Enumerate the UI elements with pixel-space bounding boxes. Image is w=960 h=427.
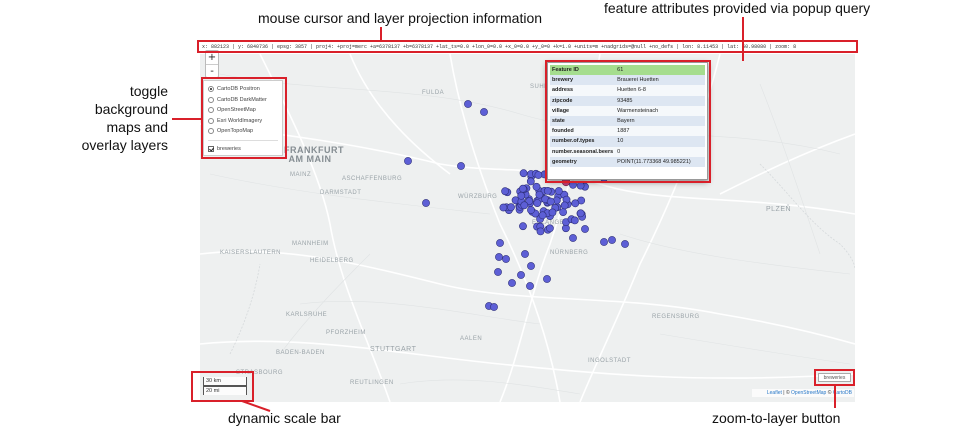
- brewery-marker[interactable]: [526, 282, 534, 290]
- brewery-marker[interactable]: [517, 191, 526, 200]
- brewery-marker[interactable]: [527, 262, 535, 270]
- brewery-marker[interactable]: [543, 186, 552, 195]
- map-canvas[interactable]: FRANKFURT AM MAIN MAINZ DARMSTADT ASCHAF…: [200, 54, 855, 402]
- brewery-marker[interactable]: [570, 216, 579, 225]
- brewery-marker[interactable]: [519, 222, 527, 231]
- leader-line-layers: [172, 118, 202, 120]
- popup-info-annotation: feature attributes provided via popup qu…: [604, 0, 871, 16]
- brewery-marker[interactable]: [554, 187, 563, 195]
- leader-line-scale: [241, 400, 271, 412]
- brewery-marker[interactable]: [533, 199, 542, 207]
- map-attribution: Leaflet | © OpenStreetMap © CartoDB: [752, 389, 854, 397]
- leaflet-link[interactable]: Leaflet: [767, 390, 782, 396]
- brewery-marker[interactable]: [519, 169, 528, 178]
- brewery-marker[interactable]: [581, 225, 589, 233]
- osm-link[interactable]: OpenStreetMap: [791, 390, 826, 396]
- brewery-marker[interactable]: [508, 279, 516, 287]
- brewery-marker[interactable]: [621, 240, 629, 248]
- brewery-marker[interactable]: [518, 184, 527, 193]
- brewery-marker[interactable]: [496, 239, 504, 247]
- brewery-marker[interactable]: [569, 234, 577, 242]
- brewery-marker[interactable]: [480, 108, 488, 116]
- brewery-marker[interactable]: [535, 190, 544, 199]
- brewery-marker[interactable]: [501, 187, 509, 196]
- brewery-marker[interactable]: [548, 208, 557, 217]
- brewery-marker[interactable]: [534, 171, 543, 179]
- brewery-marker[interactable]: [490, 303, 498, 311]
- brewery-marker[interactable]: [576, 181, 585, 190]
- brewery-marker[interactable]: [517, 271, 525, 279]
- scale-bar-highlight: [191, 371, 254, 402]
- brewery-marker[interactable]: [600, 238, 608, 246]
- brewery-marker[interactable]: [464, 100, 472, 108]
- brewery-marker[interactable]: [527, 206, 535, 214]
- brewery-marker[interactable]: [495, 253, 503, 261]
- leader-line-cursor: [380, 27, 382, 41]
- zoom-control: + -: [205, 50, 219, 78]
- coord-bar-highlight: [197, 40, 858, 53]
- brewery-marker[interactable]: [559, 208, 567, 216]
- brewery-marker[interactable]: [545, 224, 554, 233]
- brewery-marker[interactable]: [532, 182, 541, 191]
- brewery-marker[interactable]: [404, 157, 412, 165]
- brewery-marker[interactable]: [526, 177, 535, 186]
- toggle-layers-annotation: toggle background maps and overlay layer…: [81, 83, 168, 153]
- brewery-marker[interactable]: [546, 197, 555, 206]
- brewery-marker[interactable]: [538, 211, 547, 220]
- brewery-marker[interactable]: [502, 255, 510, 263]
- popup-highlight: [545, 60, 711, 183]
- brewery-marker[interactable]: [494, 268, 502, 276]
- attribution-separator: | ©: [781, 390, 792, 396]
- zoom-layer-highlight: [814, 369, 855, 386]
- brewery-marker[interactable]: [457, 162, 465, 170]
- brewery-marker[interactable]: [520, 201, 529, 210]
- leader-line-popup: [742, 17, 744, 61]
- brewery-marker[interactable]: [576, 209, 585, 218]
- brewery-markers: [404, 100, 632, 311]
- brewery-marker[interactable]: [571, 199, 580, 208]
- brewery-marker[interactable]: [536, 227, 545, 236]
- leader-line-zoom-layer: [834, 386, 836, 408]
- layer-control-highlight: [201, 77, 287, 159]
- brewery-marker[interactable]: [543, 275, 551, 283]
- brewery-marker[interactable]: [422, 199, 430, 207]
- zoom-out-button[interactable]: -: [206, 64, 218, 77]
- brewery-marker[interactable]: [507, 203, 515, 212]
- zoom-to-layer-annotation: zoom-to-layer button: [712, 410, 841, 426]
- brewery-marker[interactable]: [560, 201, 569, 210]
- cursor-info-annotation: mouse cursor and layer projection inform…: [258, 10, 543, 26]
- brewery-marker[interactable]: [521, 250, 529, 258]
- brewery-marker[interactable]: [608, 236, 616, 244]
- brewery-marker[interactable]: [499, 203, 508, 212]
